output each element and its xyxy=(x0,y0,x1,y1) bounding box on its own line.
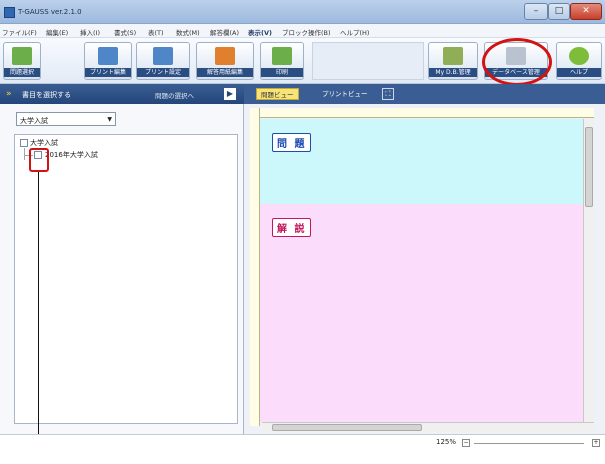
menu-block[interactable]: ブロック操作(B) xyxy=(282,27,331,37)
problem-select-label: 問題選択 xyxy=(4,68,40,77)
window-title: T-GAUSS ver.2.1.0 xyxy=(18,8,82,16)
tree-root-label[interactable]: 大学入試 xyxy=(30,138,58,148)
menu-edit[interactable]: 編集(E) xyxy=(46,27,68,37)
go-to-problem-select[interactable]: 問題の選択へ xyxy=(155,90,194,100)
horizontal-scroll-thumb[interactable] xyxy=(272,424,422,431)
left-panel-title: 書目を選択する xyxy=(22,91,71,99)
chevron-down-icon: ▼ xyxy=(107,116,112,123)
menu-file[interactable]: ファイル(F) xyxy=(2,27,37,37)
print-label: 印刷 xyxy=(261,68,303,77)
title-bar: T-GAUSS ver.2.1.0 – □ ✕ xyxy=(0,0,605,24)
expand-icon[interactable]: ⛶ xyxy=(382,88,394,100)
menu-formula[interactable]: 数式(M) xyxy=(176,27,200,37)
help-button[interactable]: ヘルプ xyxy=(556,42,602,80)
tree-root-checkbox[interactable] xyxy=(20,139,28,147)
answer-edit-icon xyxy=(215,47,235,65)
checkbox-highlight-box xyxy=(29,148,49,172)
menu-view[interactable]: 表示(V) xyxy=(248,27,272,37)
vertical-scrollbar[interactable] xyxy=(583,119,594,422)
horizontal-scrollbar[interactable] xyxy=(262,422,594,432)
answer-edit-label: 解答用紙編集 xyxy=(197,68,253,77)
minimize-button[interactable]: – xyxy=(524,3,548,20)
annotation-circle xyxy=(482,38,552,86)
toolbar-spacer xyxy=(312,42,424,80)
book-tree: 大学入試 2016年大学入試 xyxy=(14,134,238,424)
annotation-pointer-line xyxy=(38,172,39,452)
printer-icon xyxy=(272,47,292,65)
category-select[interactable]: 大学入試 ▼ xyxy=(16,112,116,126)
tree-child-label[interactable]: 2016年大学入試 xyxy=(45,150,98,160)
print-edit-button[interactable]: プリント編集 xyxy=(84,42,132,80)
answer-edit-button[interactable]: 解答用紙編集 xyxy=(196,42,254,80)
forward-arrows-icon: » xyxy=(6,89,12,99)
problem-label: 問 題 xyxy=(272,133,312,152)
maximize-button[interactable]: □ xyxy=(548,3,570,20)
category-select-value: 大学入試 xyxy=(20,117,48,125)
help-label: ヘルプ xyxy=(557,68,601,77)
print-edit-icon xyxy=(98,47,118,65)
zoom-slider[interactable] xyxy=(474,443,584,444)
menu-answer[interactable]: 解答欄(A) xyxy=(210,27,239,37)
my-db-label: My D.B.管理 xyxy=(429,68,477,77)
database-icon xyxy=(443,47,463,65)
menu-table[interactable]: 表(T) xyxy=(148,27,164,37)
menu-help[interactable]: ヘルプ(H) xyxy=(340,27,369,37)
view-tabs: 問題ビュー プリントビュー ⛶ xyxy=(244,84,605,104)
zoom-out-icon[interactable]: − xyxy=(462,439,470,447)
menu-insert[interactable]: 挿入(I) xyxy=(80,27,100,37)
my-db-button[interactable]: My D.B.管理 xyxy=(428,42,478,80)
question-mark-icon xyxy=(569,47,589,65)
arrow-right-icon[interactable]: ▶ xyxy=(224,88,236,100)
status-bar: 125% − + xyxy=(0,434,605,464)
left-panel-header: » 書目を選択する 問題の選択へ ▶ xyxy=(0,84,244,104)
problem-select-icon xyxy=(12,47,32,65)
menu-format[interactable]: 書式(S) xyxy=(114,27,136,37)
print-settings-label: プリント設定 xyxy=(137,68,189,77)
print-edit-label: プリント編集 xyxy=(85,68,131,77)
explanation-area[interactable]: 解 説 xyxy=(260,204,583,422)
zoom-in-icon[interactable]: + xyxy=(592,439,600,447)
print-settings-icon xyxy=(153,47,173,65)
print-button[interactable]: 印刷 xyxy=(260,42,304,80)
horizontal-ruler xyxy=(260,108,594,118)
print-settings-button[interactable]: プリント設定 xyxy=(136,42,190,80)
close-button[interactable]: ✕ xyxy=(570,3,602,20)
menu-bar: ファイル(F) 編集(E) 挿入(I) 書式(S) 表(T) 数式(M) 解答欄… xyxy=(0,24,605,38)
problem-select-button[interactable]: 問題選択 xyxy=(3,42,41,80)
tab-problem-view[interactable]: 問題ビュー xyxy=(256,88,299,100)
zoom-level: 125% xyxy=(436,438,457,446)
tab-print-view[interactable]: プリントビュー xyxy=(318,88,372,100)
explanation-label: 解 説 xyxy=(272,218,312,237)
problem-area[interactable]: 問 題 xyxy=(260,119,583,204)
vertical-scroll-thumb[interactable] xyxy=(585,127,593,207)
app-icon xyxy=(4,7,15,18)
tree-line xyxy=(24,148,25,160)
vertical-ruler xyxy=(250,108,260,426)
